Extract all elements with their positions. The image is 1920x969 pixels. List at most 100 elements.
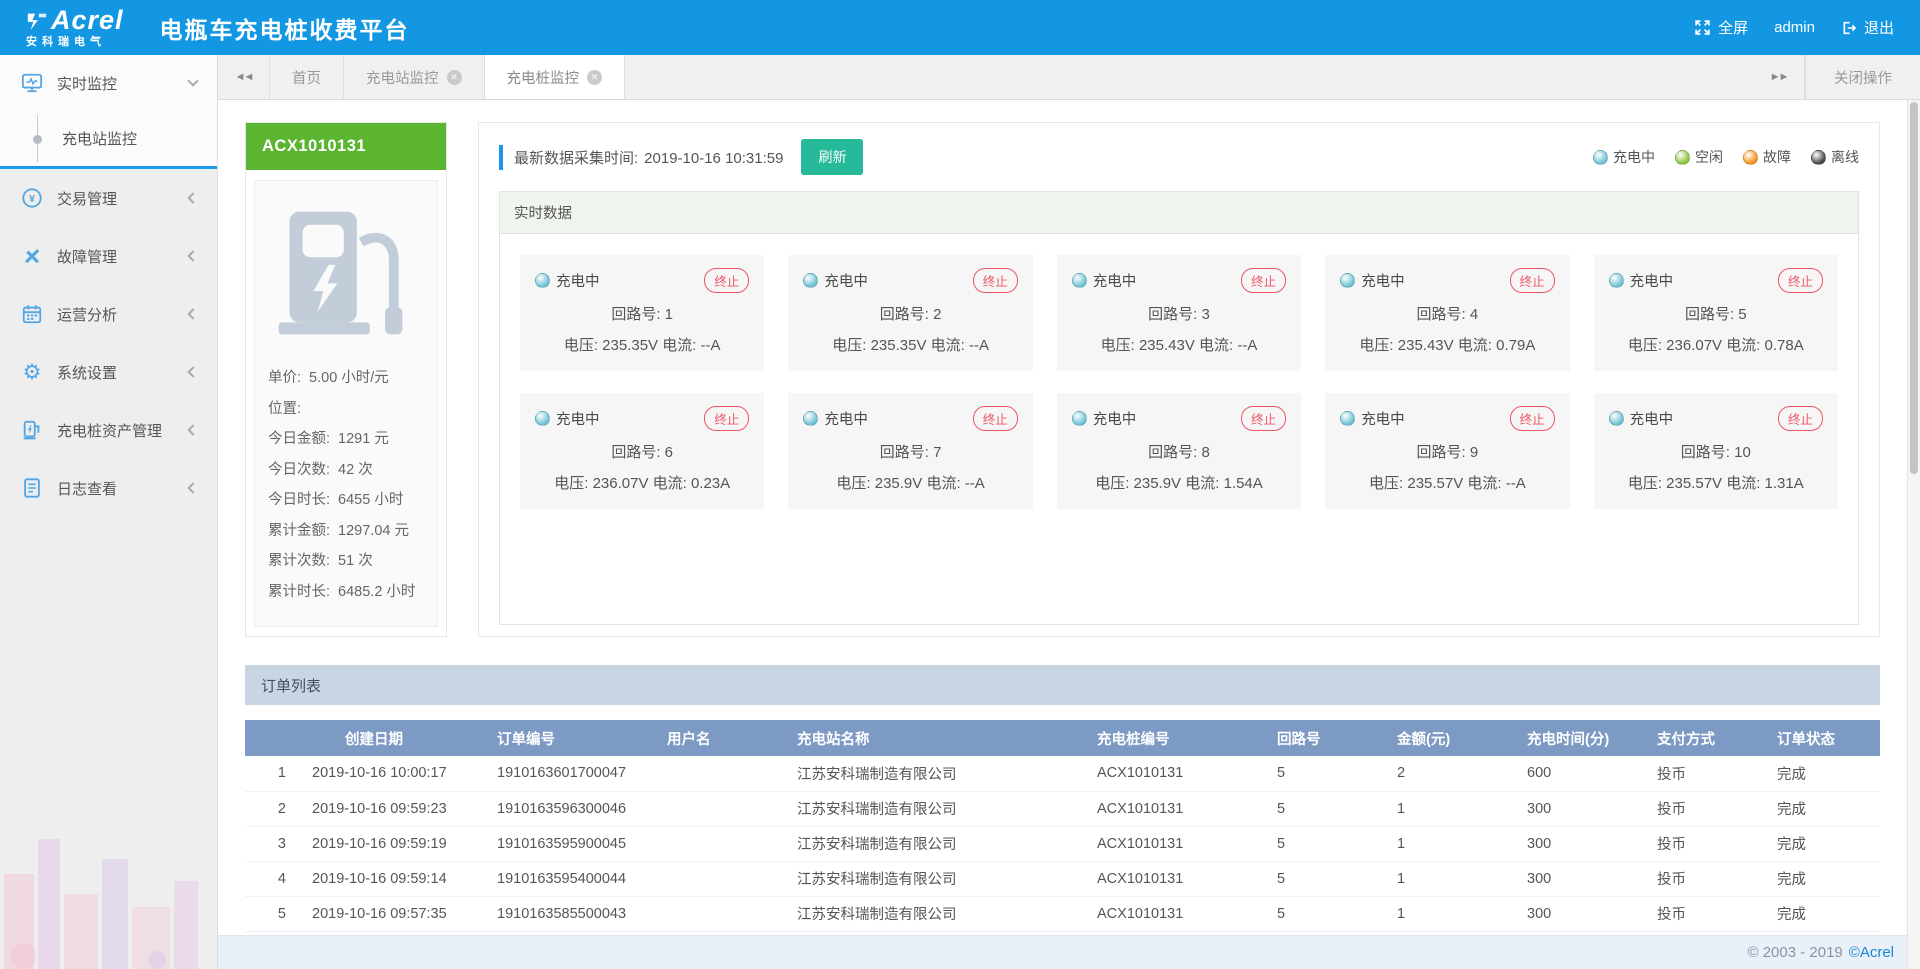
circuit-status: 充电中 [556, 270, 600, 291]
status-orb-icon [1593, 150, 1608, 165]
tab-pile-monitor[interactable]: 充电桩监控 ✕ [485, 55, 626, 99]
order-cell: 投币 [1645, 791, 1765, 826]
orders-column-header: 支付方式 [1645, 720, 1765, 756]
stop-button[interactable]: 终止 [704, 268, 749, 293]
order-row[interactable]: 32019-10-16 09:59:191910163595900045江苏安科… [245, 826, 1880, 861]
order-cell [655, 826, 785, 861]
circuit-voltage-current: 电压: 235.9V 电流: 1.54A [1072, 472, 1286, 493]
circuit-number: 回路号: 2 [803, 303, 1017, 324]
device-stat: 累计金额:1297.04 元 [268, 516, 424, 547]
order-cell: 完成 [1765, 896, 1880, 931]
circuit-status: 充电中 [824, 270, 868, 291]
circuit-grid: 充电中终止回路号: 1电压: 235.35V 电流: --A充电中终止回路号: … [520, 255, 1838, 509]
sidebar-item-pile-assets[interactable]: 充电桩资产管理 [0, 401, 217, 459]
stop-button[interactable]: 终止 [1241, 406, 1286, 431]
user-menu[interactable]: admin [1774, 19, 1815, 36]
page-title: 电瓶车充电桩收费平台 [160, 11, 410, 45]
brand-subtitle: 安科瑞电气 [26, 37, 124, 48]
stop-button[interactable]: 终止 [1778, 268, 1823, 293]
sidebar-item-label: 交易管理 [57, 188, 117, 209]
orders-header-row: 创建日期订单编号用户名充电站名称充电桩编号回路号金额(元)充电时间(分)支付方式… [245, 720, 1880, 756]
sidebar-item-transactions[interactable]: ¥ 交易管理 [0, 169, 217, 227]
order-cell [655, 861, 785, 896]
stop-button[interactable]: 终止 [1510, 268, 1555, 293]
stop-button[interactable]: 终止 [973, 268, 1018, 293]
tab-scroll-right-button[interactable]: ►► [1753, 55, 1805, 99]
refresh-button[interactable]: 刷新 [801, 139, 863, 175]
sidebar-item-realtime-monitor[interactable]: 实时监控 [0, 55, 217, 111]
order-cell: 完成 [1765, 756, 1880, 791]
circuit-voltage-current: 电压: 235.9V 电流: --A [803, 472, 1017, 493]
sidebar-item-settings[interactable]: ⚙ 系统设置 [0, 343, 217, 401]
charging-pile-illustration-icon [268, 195, 424, 363]
main-content: ACX1010131 单价:5.00 小时/元位置:今日金额:1291 元今日次… [218, 100, 1920, 969]
sidebar-item-logs[interactable]: 日志查看 [0, 459, 217, 517]
circuit-card: 充电中终止回路号: 6电压: 236.07V 电流: 0.23A [520, 393, 764, 509]
fullscreen-icon [1694, 19, 1711, 36]
order-cell: 1910163596300046 [485, 791, 655, 826]
fullscreen-button[interactable]: 全屏 [1694, 17, 1748, 38]
order-row[interactable]: 22019-10-16 09:59:231910163596300046江苏安科… [245, 791, 1880, 826]
order-cell: ACX1010131 [1085, 826, 1265, 861]
status-orb-icon [1675, 150, 1690, 165]
svg-text:¥: ¥ [29, 193, 35, 205]
footer-brand-link[interactable]: ©Acrel [1849, 944, 1894, 961]
sidebar-item-analysis[interactable]: 运营分析 [0, 285, 217, 343]
tab-close-icon[interactable]: ✕ [447, 70, 462, 85]
order-row[interactable]: 52019-10-16 09:57:351910163585500043江苏安科… [245, 896, 1880, 931]
legend-item: 充电中 [1593, 147, 1655, 167]
stop-button[interactable]: 终止 [1241, 268, 1286, 293]
order-cell: 4 [245, 861, 300, 896]
stop-button[interactable]: 终止 [1510, 406, 1555, 431]
circuit-card: 充电中终止回路号: 8电压: 235.9V 电流: 1.54A [1057, 393, 1301, 509]
order-cell: 江苏安科瑞制造有限公司 [785, 756, 1085, 791]
sidebar-item-label: 系统设置 [57, 362, 117, 383]
tab-close-icon[interactable]: ✕ [587, 70, 602, 85]
circuit-card: 充电中终止回路号: 3电压: 235.43V 电流: --A [1057, 255, 1301, 371]
tab-bar: ◄◄ 首页 充电站监控 ✕ 充电桩监控 ✕ ►► 关闭操作 [218, 55, 1920, 100]
sidebar-item-station-monitor[interactable]: 充电站监控 [0, 111, 217, 166]
tab-home[interactable]: 首页 [270, 55, 344, 99]
order-cell [655, 791, 785, 826]
orders-section: 订单列表 创建日期订单编号用户名充电站名称充电桩编号回路号金额(元)充电时间(分… [245, 665, 1880, 932]
order-cell: 江苏安科瑞制造有限公司 [785, 861, 1085, 896]
stop-button[interactable]: 终止 [1778, 406, 1823, 431]
orders-column-header: 回路号 [1265, 720, 1385, 756]
acrel-logo-icon [26, 10, 48, 32]
device-body: 单价:5.00 小时/元位置:今日金额:1291 元今日次数:42 次今日时长:… [254, 180, 438, 627]
status-legend: 充电中空闲故障离线 [1593, 147, 1859, 167]
device-stat: 累计时长:6485.2 小时 [268, 577, 424, 608]
legend-item: 空闲 [1675, 147, 1723, 167]
order-cell: 2019-10-16 09:59:14 [300, 861, 485, 896]
circuit-card: 充电中终止回路号: 1电压: 235.35V 电流: --A [520, 255, 764, 371]
order-cell: 5 [1265, 791, 1385, 826]
scrollbar-thumb[interactable] [1910, 102, 1918, 474]
order-cell: ACX1010131 [1085, 791, 1265, 826]
legend-item: 故障 [1743, 147, 1791, 167]
tab-station-monitor[interactable]: 充电站监控 ✕ [344, 55, 485, 99]
sidebar-item-faults[interactable]: 故障管理 [0, 227, 217, 285]
stop-button[interactable]: 终止 [973, 406, 1018, 431]
order-cell: 300 [1515, 861, 1645, 896]
charging-status-orb-icon [1609, 411, 1624, 426]
circuit-card: 充电中终止回路号: 2电压: 235.35V 电流: --A [788, 255, 1032, 371]
order-cell: 2019-10-16 10:00:17 [300, 756, 485, 791]
sidebar-item-label: 故障管理 [57, 246, 117, 267]
order-cell: 2019-10-16 09:59:19 [300, 826, 485, 861]
circuit-number: 回路号: 5 [1609, 303, 1823, 324]
device-stat: 今日时长:6455 小时 [268, 485, 424, 516]
vertical-scrollbar[interactable] [1907, 100, 1920, 969]
close-operations-menu[interactable]: 关闭操作 [1805, 55, 1920, 99]
order-row[interactable]: 42019-10-16 09:59:141910163595400044江苏安科… [245, 861, 1880, 896]
circuit-status: 充电中 [1361, 270, 1405, 291]
tab-scroll-left-button[interactable]: ◄◄ [218, 55, 270, 99]
circuit-card: 充电中终止回路号: 5电压: 236.07V 电流: 0.78A [1594, 255, 1838, 371]
sidebar-subitem-label: 充电站监控 [62, 128, 137, 149]
stop-button[interactable]: 终止 [704, 406, 749, 431]
order-row[interactable]: 12019-10-16 10:00:171910163601700047江苏安科… [245, 756, 1880, 791]
chevron-left-icon [187, 192, 198, 203]
logout-button[interactable]: 退出 [1841, 17, 1894, 38]
orders-column-header: 充电时间(分) [1515, 720, 1645, 756]
transaction-icon: ¥ [20, 187, 44, 209]
sidebar-item-label: 实时监控 [57, 73, 117, 94]
